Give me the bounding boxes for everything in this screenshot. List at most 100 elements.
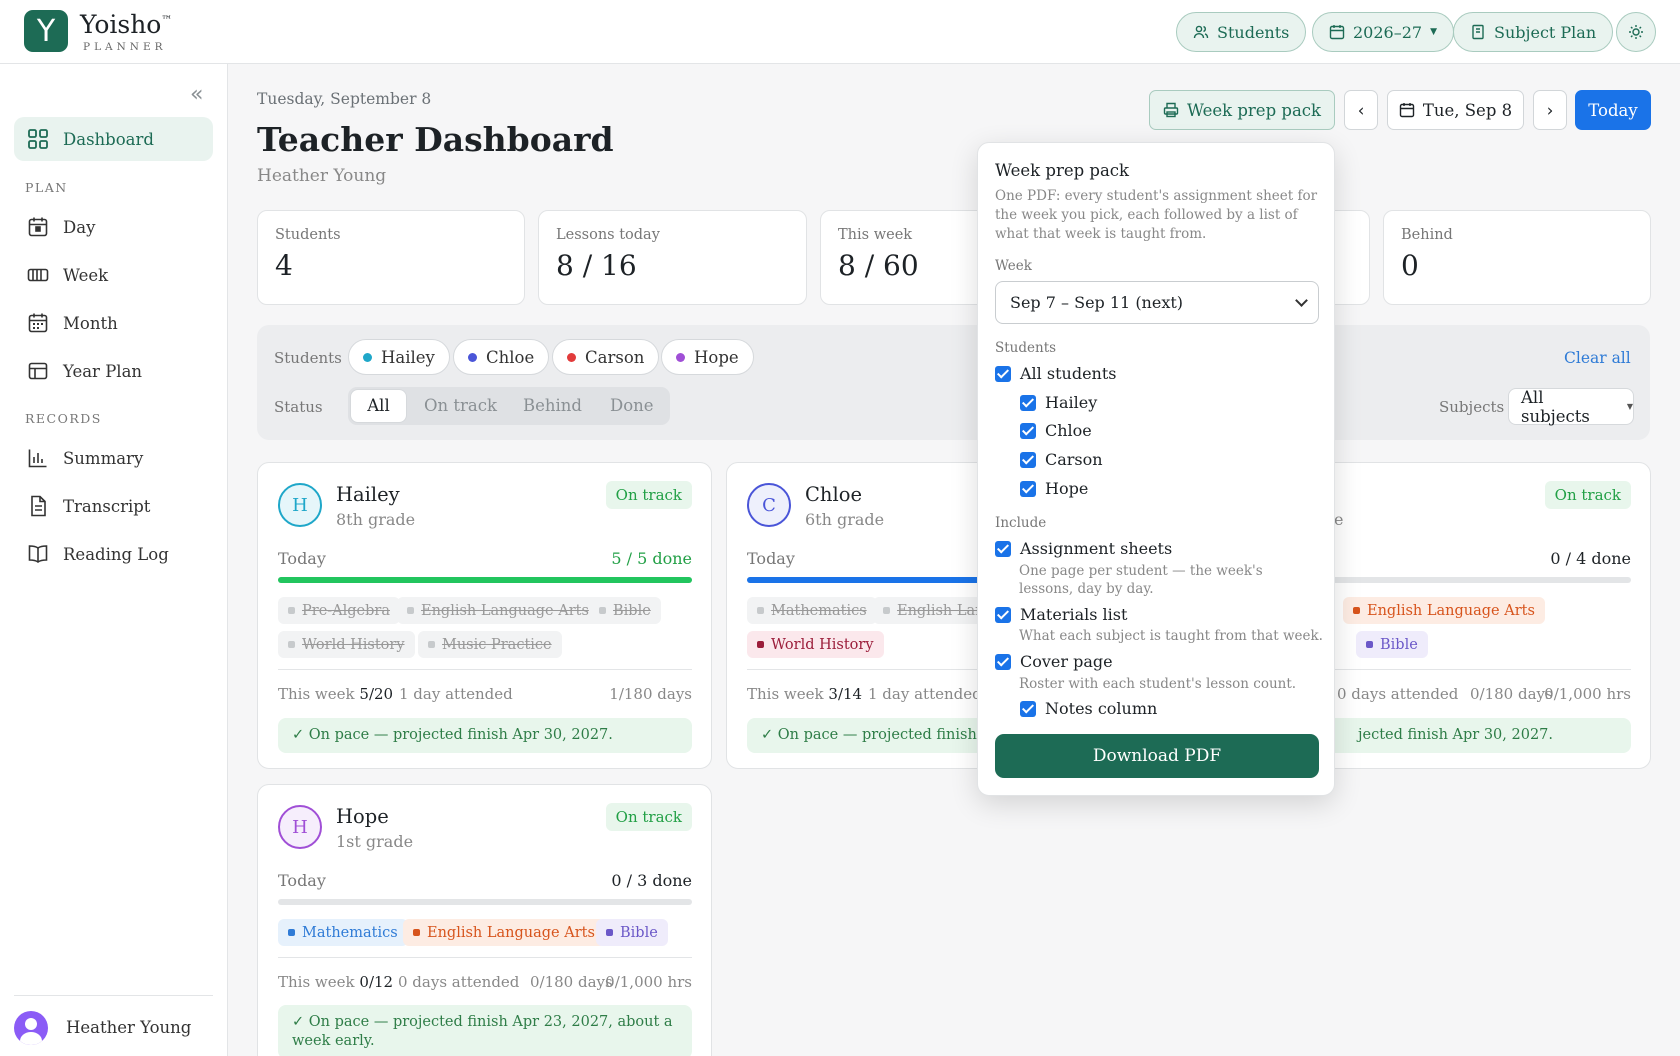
student-name: Chloe	[805, 483, 862, 506]
chip-label: Chloe	[486, 347, 535, 367]
student-chip-chloe[interactable]: Chloe	[453, 339, 550, 375]
popover-title: Week prep pack	[995, 161, 1130, 180]
status-badge: On track	[1544, 481, 1631, 509]
checkbox-cover-page[interactable]: Cover page	[995, 652, 1113, 671]
brand-name: Yoisho™	[80, 10, 173, 39]
theme-toggle-button[interactable]	[1616, 12, 1656, 52]
checkbox-student-hailey[interactable]: Hailey	[1020, 393, 1097, 412]
status-behind[interactable]: Behind	[523, 387, 582, 425]
week-prep-pack-popover: Week prep pack One PDF: every student's …	[977, 142, 1335, 796]
checkbox-student-chloe[interactable]: Chloe	[1020, 421, 1092, 440]
students-button[interactable]: Students	[1176, 12, 1307, 52]
student-grade: 8th grade	[336, 510, 416, 529]
checkbox-materials-list[interactable]: Materials list	[995, 605, 1127, 624]
sidebar-item-label: Week	[63, 265, 109, 285]
subject-tag[interactable]: Bible	[1356, 631, 1428, 658]
subject-tag[interactable]: English Language Arts	[1343, 597, 1545, 624]
users-icon	[1193, 25, 1209, 39]
student-grade: 6th grade	[805, 510, 885, 529]
sidebar-item-week[interactable]: Week	[14, 253, 213, 297]
sidebar-item-month[interactable]: Month	[14, 301, 213, 345]
week-prep-pack-button[interactable]: Week prep pack	[1149, 90, 1335, 130]
attendance: 0 days attended	[1337, 685, 1459, 703]
sidebar-item-transcript[interactable]: Transcript	[14, 484, 213, 528]
checkbox-assignment-sheets[interactable]: Assignment sheets	[995, 539, 1172, 558]
dashboard-icon	[28, 129, 48, 149]
pace-message: ✓ On pace — projected finish Apr 30, 202…	[278, 718, 692, 753]
user-profile[interactable]: Heather Young	[14, 995, 213, 1045]
chevron-down-icon: ▼	[1626, 402, 1633, 411]
checkbox-checked-icon	[995, 606, 1011, 623]
student-chip-hailey[interactable]: Hailey	[348, 339, 450, 375]
assignment-sheets-hint: One page per student — the week's lesson…	[1019, 563, 1263, 597]
week-select-value: Sep 7 – Sep 11 (next)	[1010, 293, 1184, 312]
subject-tag[interactable]: World History	[747, 631, 884, 658]
include-label: Include	[995, 515, 1047, 531]
chip-label: Carson	[585, 347, 645, 367]
done-count: 0 / 3 done	[611, 871, 692, 890]
calendar-day-icon	[28, 217, 48, 237]
subject-tag[interactable]: Music Practice	[418, 631, 562, 658]
sidebar-item-label: Year Plan	[63, 361, 143, 381]
next-day-button[interactable]: ›	[1533, 90, 1567, 130]
sidebar: « Dashboard PLAN Day Week Month Year Pla…	[0, 64, 228, 1056]
week-select[interactable]: Sep 7 – Sep 11 (next)	[995, 281, 1319, 324]
student-avatar: H	[278, 805, 322, 849]
subject-plan-label: Subject Plan	[1494, 22, 1597, 42]
progress-fill	[278, 577, 692, 583]
progress-fill	[747, 577, 996, 583]
student-card-hailey[interactable]: H Hailey 8th grade On track Today 5 / 5 …	[257, 462, 712, 769]
date-picker-button[interactable]: Tue, Sep 8	[1387, 90, 1524, 130]
color-dot	[567, 352, 576, 362]
sidebar-item-reading-log[interactable]: Reading Log	[14, 532, 213, 576]
students-button-label: Students	[1217, 22, 1290, 42]
subject-tag[interactable]: English Language Arts	[403, 919, 605, 946]
student-chip-hope[interactable]: Hope	[661, 339, 754, 375]
sidebar-item-summary[interactable]: Summary	[14, 436, 213, 480]
status-all[interactable]: All	[350, 389, 407, 423]
sidebar-item-label: Day	[63, 217, 96, 237]
student-name: Hailey	[336, 483, 400, 506]
week-columns-icon	[27, 268, 49, 282]
date-picker-label: Tue, Sep 8	[1422, 100, 1513, 120]
sidebar-item-label: Dashboard	[63, 129, 154, 149]
hours-count: 0/1,000 hrs	[605, 973, 692, 991]
records-section-label: RECORDS	[25, 411, 102, 426]
book-icon	[1472, 24, 1484, 40]
previous-day-button[interactable]: ‹	[1344, 90, 1378, 130]
school-year-dropdown[interactable]: 2026–27 ▼	[1312, 12, 1454, 52]
status-done[interactable]: Done	[610, 387, 654, 425]
checkbox-student-carson[interactable]: Carson	[1020, 450, 1103, 469]
checkbox-notes-column[interactable]: Notes column	[1020, 699, 1157, 718]
student-chip-carson[interactable]: Carson	[552, 339, 660, 375]
subject-tag[interactable]: Mathematics	[278, 919, 408, 946]
days-count: 0/180 days	[530, 973, 613, 991]
bar-chart-icon	[28, 449, 47, 468]
sidebar-item-dashboard[interactable]: Dashboard	[14, 117, 213, 161]
download-pdf-button[interactable]: Download PDF	[995, 734, 1319, 778]
status-on-track[interactable]: On track	[424, 387, 497, 425]
student-card-hope[interactable]: H Hope 1st grade On track Today 0 / 3 do…	[257, 784, 712, 1056]
subject-tag[interactable]: World History	[278, 631, 415, 658]
sidebar-item-year-plan[interactable]: Year Plan	[14, 349, 213, 393]
subject-tag[interactable]: Bible	[596, 919, 668, 946]
pace-message: ✓ On pace — projected finish Apr 23, 202…	[278, 1005, 692, 1056]
clear-all-link[interactable]: Clear all	[1564, 349, 1631, 367]
week-label: Week	[995, 258, 1032, 274]
cover-page-hint: Roster with each student's lesson count.	[1019, 676, 1297, 692]
sidebar-item-label: Summary	[63, 448, 144, 468]
stat-label: Behind	[1401, 227, 1453, 243]
checkbox-all-students[interactable]: All students	[995, 364, 1116, 383]
today-button[interactable]: Today	[1575, 90, 1651, 130]
subject-tag[interactable]: English Language Arts	[397, 597, 599, 624]
subject-tag[interactable]: Mathematics	[747, 597, 877, 624]
subject-tag[interactable]: Pre-Algebra	[278, 597, 400, 624]
sidebar-item-day[interactable]: Day	[14, 205, 213, 249]
today-label: Today	[747, 549, 795, 568]
subject-tag[interactable]: Bible	[589, 597, 661, 624]
subject-plan-button[interactable]: Subject Plan	[1453, 12, 1614, 52]
brand-logo[interactable]: Y	[24, 10, 68, 52]
checkbox-student-hope[interactable]: Hope	[1020, 479, 1088, 498]
collapse-sidebar-icon[interactable]: «	[190, 82, 203, 107]
subjects-dropdown[interactable]: All subjects ▼	[1508, 388, 1634, 426]
